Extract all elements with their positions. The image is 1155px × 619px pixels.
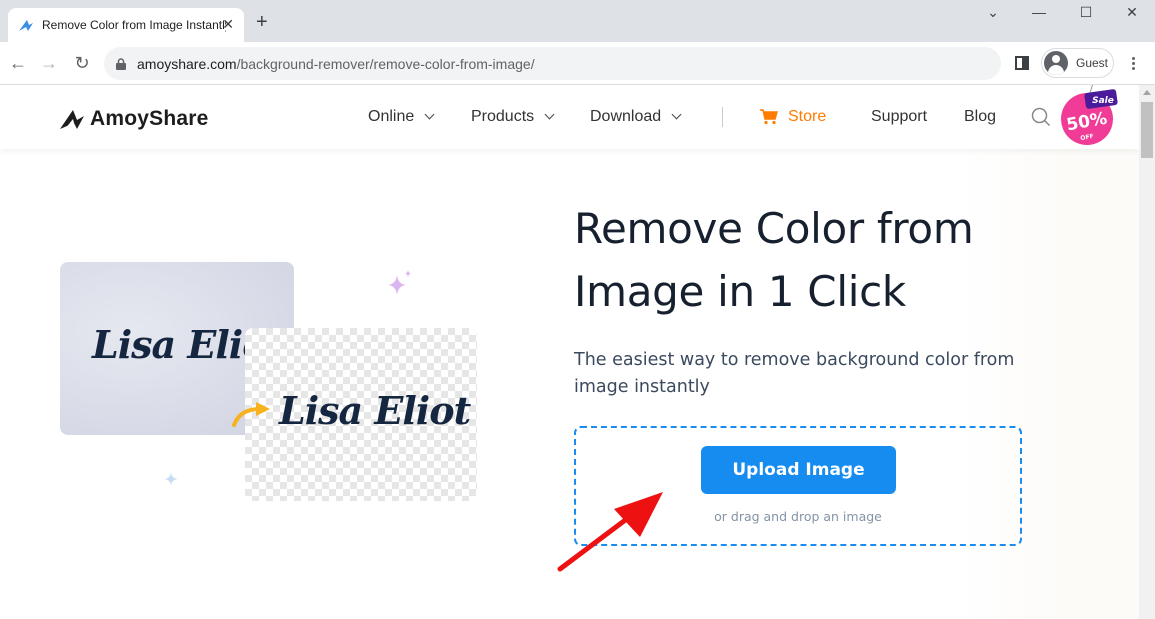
nav-download[interactable]: Download [590,108,682,126]
site-header: AmoyShare Online Products Download Store… [0,85,1139,149]
maximize-button[interactable]: ☐ [1071,4,1101,26]
browser-tab[interactable]: Remove Color from Image Instantly ✕ [8,8,244,42]
nav-download-label: Download [590,108,662,125]
nav-blog-label: Blog [964,108,997,125]
scroll-up-icon[interactable] [1143,90,1151,95]
close-window-button[interactable]: ✕ [1117,4,1147,26]
new-tab-button[interactable]: + [256,12,268,32]
nav-products-label: Products [471,108,535,125]
profile-button[interactable]: Guest [1041,48,1114,78]
side-panel-icon[interactable] [1015,56,1029,70]
profile-label: Guest [1076,56,1109,70]
signature-after: Lisa Eliot [279,388,471,433]
tab-search-button[interactable]: ⌄ [978,4,1008,26]
avatar-icon [1044,51,1068,75]
page-title: Remove Color from Image in 1 Click [574,204,974,316]
amoyshare-favicon-icon [19,20,33,31]
nav-support-label: Support [871,108,928,125]
nav-online-label: Online [368,108,415,125]
page-scrollbar[interactable] [1139,85,1155,619]
browser-toolbar: ← → ↻ amoyshare.com/background-remover/r… [0,42,1155,85]
chevron-down-icon [671,109,682,120]
page-subtitle: The easiest way to remove background col… [574,350,1015,397]
red-pointer-arrow-icon [557,492,663,572]
chevron-down-icon [544,109,555,120]
nav-online[interactable]: Online [368,108,435,126]
nav-support[interactable]: Support [871,108,927,126]
tab-title: Remove Color from Image Instantly [42,18,226,32]
lock-icon [116,57,126,70]
address-bar[interactable]: amoyshare.com/background-remover/remove-… [104,47,1001,80]
search-icon[interactable] [1031,107,1051,127]
minimize-button[interactable]: — [1024,4,1054,26]
nav-divider [722,107,723,127]
sale-tag-text: Sale [1092,96,1114,106]
curved-arrow-icon [232,402,270,427]
nav-products[interactable]: Products [471,108,555,126]
cart-icon [760,109,778,125]
nav-store-label: Store [788,108,827,125]
chevron-down-icon [424,109,435,120]
url-text: amoyshare.com/background-remover/remove-… [137,56,535,72]
reload-button[interactable]: ↻ [70,51,94,75]
sparkle-icon [388,270,411,295]
after-image-card: Lisa Eliot [245,328,477,501]
site-logo[interactable]: AmoyShare [60,107,209,131]
tab-close-icon[interactable]: ✕ [222,16,234,33]
browser-menu-icon[interactable] [1126,55,1140,73]
browser-tab-strip: Remove Color from Image Instantly ✕ + ⌄ … [0,0,1155,42]
web-page: AmoyShare Online Products Download Store… [0,85,1139,619]
upload-image-button[interactable]: Upload Image [701,446,896,494]
sparkle-icon [164,472,178,486]
amoyshare-logo-icon [60,110,84,129]
forward-button[interactable]: → [37,51,61,75]
sale-badge[interactable]: Sale 50% OFF [1057,85,1119,147]
nav-store[interactable]: Store [760,108,826,126]
url-domain: amoyshare.com [137,55,237,72]
back-button[interactable]: ← [6,51,30,75]
nav-blog[interactable]: Blog [964,108,996,126]
url-path: /background-remover/remove-color-from-im… [236,55,535,72]
scrollbar-thumb[interactable] [1141,102,1153,158]
brand-name: AmoyShare [90,107,209,130]
